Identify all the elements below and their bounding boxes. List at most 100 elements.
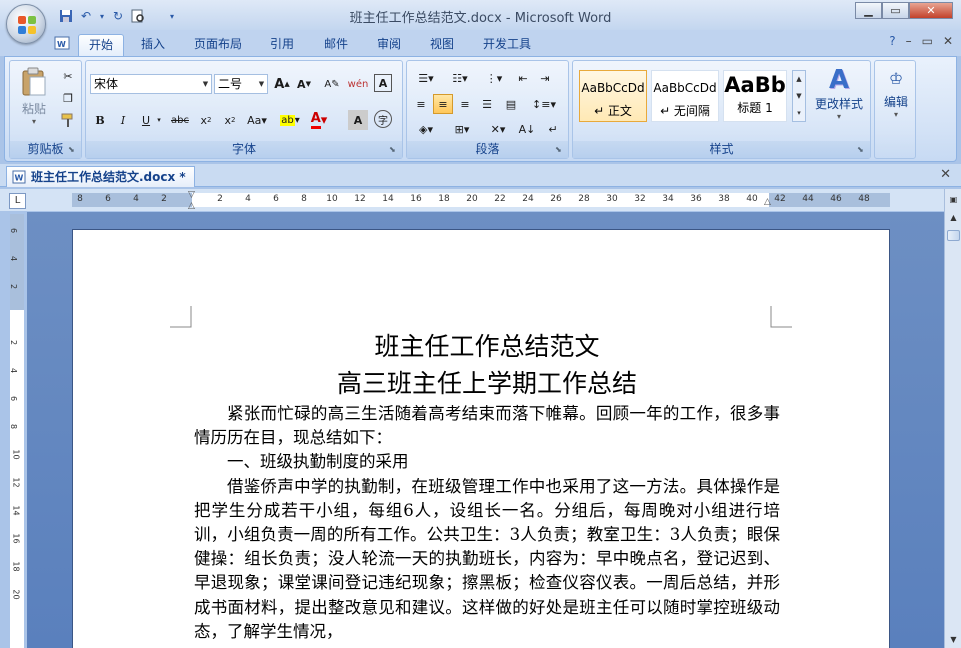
bullets-icon[interactable]: ☰▾	[411, 68, 441, 88]
tab-mailings[interactable]: 邮件	[314, 34, 358, 56]
italic-icon[interactable]: I	[113, 110, 133, 130]
font-size-combo[interactable]: 二号 ▼	[214, 74, 268, 94]
shading-icon[interactable]: ◈▾	[411, 119, 441, 139]
ruler-tick-label: 6	[9, 395, 19, 402]
font-group-label: 字体	[86, 141, 402, 158]
paragraph: 紧张而忙碌的高三生活随着高考结束而落下帷幕。回顾一年的工作，很多事情历历在目，现…	[194, 404, 780, 448]
chevron-down-icon[interactable]: ▾	[154, 110, 164, 130]
style-name: 标题 1	[737, 101, 773, 115]
bold-icon[interactable]: B	[90, 110, 110, 130]
borders-icon[interactable]: ⊞▾	[447, 119, 477, 139]
document-tab[interactable]: W 班主任工作总结范文.docx *	[6, 166, 195, 187]
tab-home[interactable]: 开始	[78, 34, 125, 56]
enclose-characters-icon[interactable]: 字	[374, 110, 392, 128]
clear-format-icon[interactable]: A✎	[322, 74, 342, 94]
minimize-doc-icon[interactable]: –	[906, 34, 912, 48]
change-case-icon[interactable]: Aa▾	[244, 110, 270, 130]
chinese-layout-icon[interactable]: ✕▾	[483, 119, 513, 139]
help-icon[interactable]: ?	[889, 34, 895, 48]
scroll-thumb[interactable]	[947, 230, 960, 241]
subscript-icon[interactable]: x2	[196, 110, 216, 130]
ruler-toggle-icon[interactable]: ▣	[947, 193, 960, 206]
document-body[interactable]: 班主任工作总结范文 高三班主任上学期工作总结 紧张而忙碌的高三生活随着高考结束而…	[194, 328, 780, 644]
numbering-icon[interactable]: ☷▾	[445, 68, 475, 88]
tab-developer[interactable]: 开发工具	[473, 34, 541, 56]
font-color-icon[interactable]: A ▾	[306, 110, 332, 130]
tab-page-layout[interactable]: 页面布局	[184, 34, 252, 56]
editing-label: 编辑	[883, 95, 908, 109]
multilevel-list-icon[interactable]: ⋮▾	[479, 68, 509, 88]
ruler-tick-label: 10	[11, 449, 21, 460]
styles-group-label: 样式	[573, 141, 870, 158]
character-border-icon[interactable]: A	[374, 74, 392, 92]
distributed-icon[interactable]: ▤	[501, 94, 521, 114]
line-spacing-icon[interactable]: ↕≡▾	[529, 94, 559, 114]
copy-icon[interactable]: ❐	[58, 88, 78, 108]
dialog-launcher-icon[interactable]: ⬊	[857, 145, 867, 155]
grow-font-icon[interactable]: A ▲	[272, 74, 292, 94]
align-left-icon[interactable]: ≡	[411, 94, 431, 114]
ruler-tick-label: 4	[9, 367, 19, 374]
tab-selector[interactable]: L	[9, 193, 26, 209]
vertical-scrollbar[interactable]: ▣ ▲ ▼	[944, 189, 961, 648]
dialog-launcher-icon[interactable]: ⬊	[555, 145, 565, 155]
close-window-button[interactable]: ✕	[909, 2, 953, 19]
align-center-icon[interactable]: ≡	[433, 94, 453, 114]
decrease-indent-icon[interactable]: ⇤	[513, 68, 533, 88]
horizontal-ruler[interactable]: 8 6 4 2 2 4 6 8 10 12 14 16 18 20 22 24 26 28 30 32 34 36 38 40…	[72, 190, 890, 211]
crop-mark	[170, 306, 192, 328]
style-normal[interactable]: AaBbCcDd ↵ 正文	[579, 70, 647, 122]
ribbon: 粘贴 ▾ ✂ ❐ 剪贴板 ⬊ 宋体 ▼ 二号 ▼ A ▲ A ▼ A✎ wén A …	[4, 56, 957, 162]
ruler-tick-label: 44	[802, 194, 814, 204]
styles-scroll[interactable]: ▲ ▼ ▾	[792, 70, 806, 122]
dialog-launcher-icon[interactable]: ⬊	[68, 145, 78, 155]
align-right-icon[interactable]: ≡	[455, 94, 475, 114]
first-line-indent-marker[interactable]: ▽	[188, 190, 195, 200]
right-indent-marker[interactable]: △	[764, 197, 771, 207]
change-styles-button[interactable]: A 更改样式 ▾	[811, 65, 867, 135]
close-tab-icon[interactable]: ✕	[940, 167, 951, 182]
maximize-window-button[interactable]: ▭	[882, 2, 909, 19]
format-painter-icon[interactable]	[58, 110, 78, 130]
ruler-tick-label: 30	[606, 194, 618, 204]
paragraph: 借鉴侨声中学的执勤制，在班级管理工作中也采用了这一方法。具体操作是把学生分成若干…	[194, 476, 780, 641]
style-sample: AaBbCcDd	[581, 81, 645, 95]
vertical-ruler[interactable]: 6 4 2 2 4 6 8 10 12 14 16 18 20	[9, 214, 24, 648]
left-indent-marker[interactable]: △	[188, 201, 195, 211]
svg-text:W: W	[57, 40, 66, 49]
editing-button[interactable]: ♔ 编辑 ▾	[877, 65, 915, 131]
justify-icon[interactable]: ☰	[477, 94, 497, 114]
phonetic-guide-icon[interactable]: wén	[348, 74, 369, 94]
document-canvas[interactable]: 班主任工作总结范文 高三班主任上学期工作总结 紧张而忙碌的高三生活随着高考结束而…	[27, 212, 944, 648]
cut-icon[interactable]: ✂	[58, 66, 78, 86]
dialog-launcher-icon[interactable]: ⬊	[389, 145, 399, 155]
tab-references[interactable]: 引用	[260, 34, 304, 56]
font-name-combo[interactable]: 宋体 ▼	[90, 74, 212, 94]
underline-icon[interactable]: U	[136, 110, 156, 130]
close-doc-icon[interactable]: ✕	[943, 34, 953, 48]
style-no-spacing[interactable]: AaBbCcDd ↵ 无间隔	[651, 70, 719, 122]
strikethrough-icon[interactable]: abc	[170, 110, 190, 130]
scroll-down-icon[interactable]: ▼	[947, 633, 960, 646]
character-shading-icon[interactable]: A	[348, 110, 368, 130]
shrink-font-icon[interactable]: A ▼	[294, 74, 314, 94]
minimize-window-button[interactable]: ▁	[855, 2, 882, 19]
office-button[interactable]	[6, 4, 46, 44]
restore-doc-icon[interactable]: ▭	[922, 34, 933, 48]
style-sample: AaBbCcDd	[653, 81, 717, 95]
scroll-up-icon[interactable]: ▲	[947, 211, 960, 224]
ruler-tick-label: 46	[830, 194, 842, 204]
sort-icon[interactable]: A↓	[517, 119, 537, 139]
highlight-icon[interactable]: ab ▾	[278, 110, 302, 130]
superscript-icon[interactable]: x2	[220, 110, 240, 130]
tab-insert[interactable]: 插入	[131, 34, 175, 56]
ruler-tick-label: 20	[466, 194, 478, 204]
style-heading-1[interactable]: AaBb 标题 1	[723, 70, 787, 122]
tab-review[interactable]: 审阅	[367, 34, 411, 56]
increase-indent-icon[interactable]: ⇥	[535, 68, 555, 88]
ribbon-tab-row: W 开始 插入 页面布局 引用 邮件 审阅 视图 开发工具	[0, 30, 961, 56]
document-page[interactable]: 班主任工作总结范文 高三班主任上学期工作总结 紧张而忙碌的高三生活随着高考结束而…	[72, 229, 890, 648]
paste-button[interactable]: 粘贴 ▾	[18, 67, 50, 127]
tab-view[interactable]: 视图	[420, 34, 464, 56]
show-marks-icon[interactable]: ↵	[543, 119, 563, 139]
